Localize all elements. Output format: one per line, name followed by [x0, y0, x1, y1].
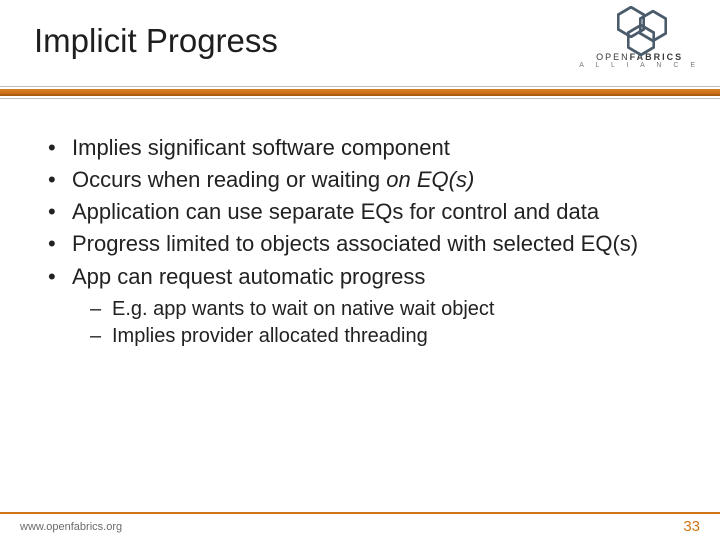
bullet-text: E.g. app wants to wait on native wait ob…: [112, 298, 494, 320]
list-item: Occurs when reading or waiting on EQ(s): [46, 166, 676, 194]
bullet-text: Occurs when reading or waiting: [72, 167, 386, 192]
bullet-text: Implies significant software component: [72, 135, 450, 160]
brand-logo: OPENFABRICS A L L I A N C E: [579, 6, 700, 69]
hex-cluster-icon: [603, 6, 677, 54]
list-item: Application can use separate EQs for con…: [46, 198, 676, 226]
header: Implicit Progress OPENFABRICS A L L I A …: [0, 0, 720, 60]
brand-subtext: A L L I A N C E: [579, 62, 700, 69]
bullet-text: Implies provider allocated threading: [112, 325, 428, 347]
body: Implies significant software component O…: [0, 100, 720, 350]
slide: Implicit Progress OPENFABRICS A L L I A …: [0, 0, 720, 540]
footer-url: www.openfabrics.org: [20, 521, 122, 533]
bullet-text-em: on EQ(s): [386, 167, 474, 192]
hexagon-icon: [627, 24, 655, 56]
sub-bullet-list: E.g. app wants to wait on native wait ob…: [90, 297, 676, 350]
list-item: App can request automatic progress E.g. …: [46, 263, 676, 350]
bullet-list: Implies significant software component O…: [46, 134, 676, 350]
bullet-text: App can request automatic progress: [72, 264, 425, 289]
footer: www.openfabrics.org 33: [0, 512, 720, 540]
list-item: Progress limited to objects associated w…: [46, 230, 676, 258]
page-number: 33: [683, 518, 700, 535]
header-divider: [0, 86, 720, 100]
bullet-text: Application can use separate EQs for con…: [72, 199, 599, 224]
list-item: Implies significant software component: [46, 134, 676, 162]
list-item: E.g. app wants to wait on native wait ob…: [90, 297, 676, 323]
list-item: Implies provider allocated threading: [90, 324, 676, 350]
footer-bar: www.openfabrics.org 33: [0, 514, 720, 535]
bullet-text: Progress limited to objects associated w…: [72, 231, 638, 256]
